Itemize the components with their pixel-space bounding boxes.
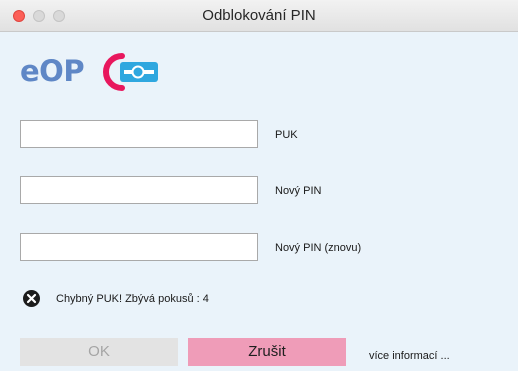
error-x-icon bbox=[23, 290, 40, 307]
cancel-button[interactable]: Zrušit bbox=[188, 338, 346, 366]
logo-text: eOP bbox=[20, 54, 85, 88]
puk-field[interactable] bbox=[20, 120, 258, 148]
new-pin-label: Nový PIN bbox=[275, 185, 322, 197]
more-info-link[interactable]: více informací ... bbox=[369, 350, 450, 362]
new-pin-repeat-field[interactable] bbox=[20, 233, 258, 261]
error-message: Chybný PUK! Zbývá pokusů : 4 bbox=[56, 293, 209, 305]
puk-label: PUK bbox=[275, 129, 298, 141]
title-bar: Odblokování PIN bbox=[0, 0, 518, 32]
window-title: Odblokování PIN bbox=[202, 7, 316, 24]
ok-button[interactable]: OK bbox=[20, 338, 178, 366]
eop-card-logo-icon bbox=[103, 53, 158, 91]
new-pin-repeat-label: Nový PIN (znovu) bbox=[275, 242, 362, 254]
new-pin-field[interactable] bbox=[20, 176, 258, 204]
